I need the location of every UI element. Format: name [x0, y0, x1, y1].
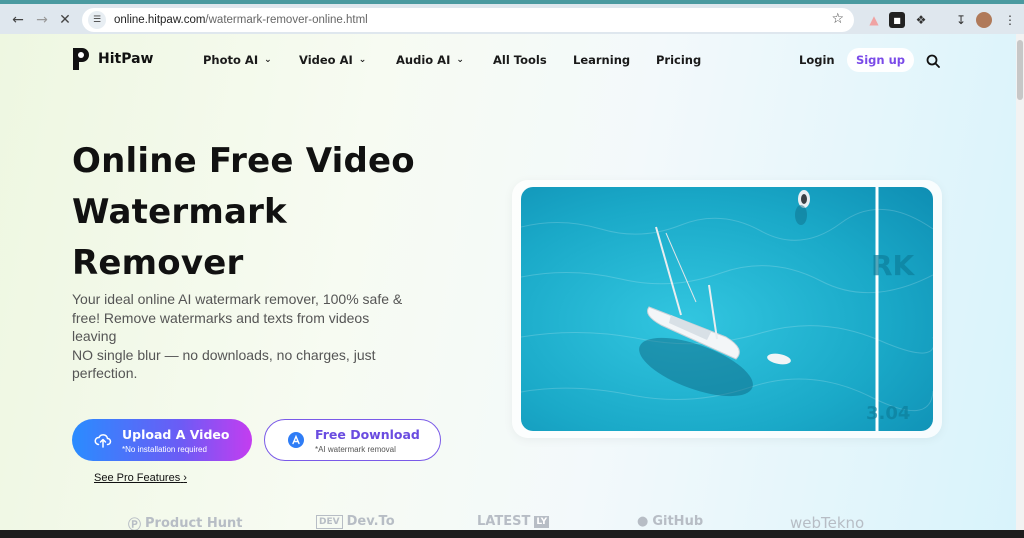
github-icon: ●	[637, 514, 649, 529]
desc-line: leaving	[72, 328, 117, 344]
url-domain: online.hitpaw.com	[114, 14, 206, 26]
page-title: Online Free Video Watermark Remover	[72, 136, 492, 289]
search-icon[interactable]	[926, 53, 940, 68]
scrollbar-thumb[interactable]	[1017, 40, 1023, 100]
nav-label: Photo AI	[203, 53, 259, 67]
nav-label: Learning	[573, 53, 631, 67]
see-pro-features-link[interactable]: See Pro Features ›	[94, 472, 187, 484]
brand-logo[interactable]: HitPaw	[70, 46, 153, 72]
desc-line: perfection.	[72, 365, 138, 381]
brand-name: HitPaw	[98, 51, 154, 67]
back-icon[interactable]: ←	[8, 10, 28, 30]
press-logo-github: ● GitHub	[637, 514, 703, 529]
browser-toolbar: ← → ✕ ☰ online.hitpaw.com/watermark-remo…	[0, 0, 1024, 34]
chevron-right-icon: ›	[183, 472, 187, 484]
chevron-down-icon: ⌄	[456, 55, 464, 65]
desc-line: Your ideal online AI watermark remover, …	[72, 291, 403, 307]
url-text: online.hitpaw.com/watermark-remover-onli…	[114, 14, 368, 26]
nav-label: All Tools	[493, 53, 547, 67]
nav-all-tools[interactable]: All Tools	[493, 53, 547, 67]
pro-link-label: See Pro Features	[94, 472, 181, 484]
press-label: webTekno	[790, 514, 865, 530]
cloud-upload-icon	[94, 431, 112, 449]
nav-label: Audio AI	[396, 53, 451, 67]
download-sublabel: *AI watermark removal	[315, 444, 396, 454]
hero-description: Your ideal online AI watermark remover, …	[72, 290, 442, 383]
site-info-icon[interactable]: ☰	[88, 11, 106, 29]
watermark-text: RK	[871, 249, 916, 282]
press-label: GitHub	[652, 514, 704, 529]
nav-video-ai[interactable]: Video AI ⌄	[299, 53, 366, 67]
stop-loading-icon[interactable]: ✕	[55, 10, 75, 30]
dev-icon: DEV	[316, 514, 343, 529]
watermark-before-after-preview[interactable]: RK 3.04	[521, 187, 933, 431]
signup-button[interactable]: Sign up	[847, 48, 914, 72]
nav-audio-ai[interactable]: Audio AI ⌄	[396, 53, 464, 67]
extension-box-icon[interactable]: ■	[889, 12, 905, 28]
bookmark-star-icon[interactable]: ☆	[831, 11, 844, 27]
forward-icon[interactable]: →	[32, 10, 52, 30]
system-taskbar	[0, 530, 1024, 538]
download-icon[interactable]: ↧	[953, 12, 969, 28]
desc-line: NO single blur — no downloads, no charge…	[72, 346, 376, 363]
download-label: Free Download	[315, 426, 420, 442]
title-line: Watermark	[72, 192, 287, 232]
webpage: HitPaw Photo AI ⌄ Video AI ⌄ Audio AI ⌄ All…	[0, 34, 1016, 530]
desc-line: free! Remove watermarks and texts from v…	[72, 309, 370, 326]
nav-learning[interactable]: Learning	[573, 53, 630, 67]
press-logo-devto: DEV Dev.To	[316, 514, 395, 529]
nav-label: Pricing	[656, 53, 702, 67]
url-path: /watermark-remover-online.html	[205, 14, 368, 26]
title-line: Remover	[72, 243, 244, 283]
page-scrollbar[interactable]	[1016, 34, 1024, 530]
chevron-down-icon: ⌄	[358, 55, 367, 65]
menu-kebab-icon[interactable]: ⋮	[1002, 12, 1018, 28]
nav-pricing[interactable]: Pricing	[656, 53, 701, 67]
app-store-icon	[287, 431, 305, 449]
ly-icon: LY	[534, 515, 550, 528]
chevron-down-icon: ⌄	[264, 55, 272, 65]
upload-video-button[interactable]: Upload A Video *No installation required	[72, 419, 252, 461]
press-label: LATEST	[477, 514, 531, 529]
press-label: Product Hunt	[145, 516, 243, 530]
upload-sublabel: *No installation required	[122, 444, 207, 454]
press-logo-latestly: LATEST LY	[477, 514, 550, 529]
login-link[interactable]: Login	[799, 53, 835, 67]
press-logo-product-hunt: Ⓟ Product Hunt	[128, 514, 243, 530]
nav-photo-ai[interactable]: Photo AI ⌄	[203, 53, 272, 67]
free-download-button[interactable]: Free Download *AI watermark removal	[264, 419, 441, 461]
puzzle-icon[interactable]: ❖	[913, 12, 929, 28]
upload-label: Upload A Video	[122, 426, 230, 442]
nav-label: Video AI	[299, 53, 353, 67]
press-label: Dev.To	[346, 514, 395, 529]
press-logo-webtekno: webTekno	[790, 514, 864, 530]
timestamp-text: 3.04	[866, 403, 910, 424]
product-hunt-icon: Ⓟ	[128, 518, 142, 530]
hitpaw-logo-icon	[70, 46, 92, 72]
title-line: Online Free Video	[72, 141, 415, 181]
profile-avatar[interactable]	[976, 12, 992, 28]
address-bar[interactable]: ☰ online.hitpaw.com/watermark-remover-on…	[82, 8, 854, 32]
extension-icon[interactable]: ▲	[866, 12, 882, 28]
